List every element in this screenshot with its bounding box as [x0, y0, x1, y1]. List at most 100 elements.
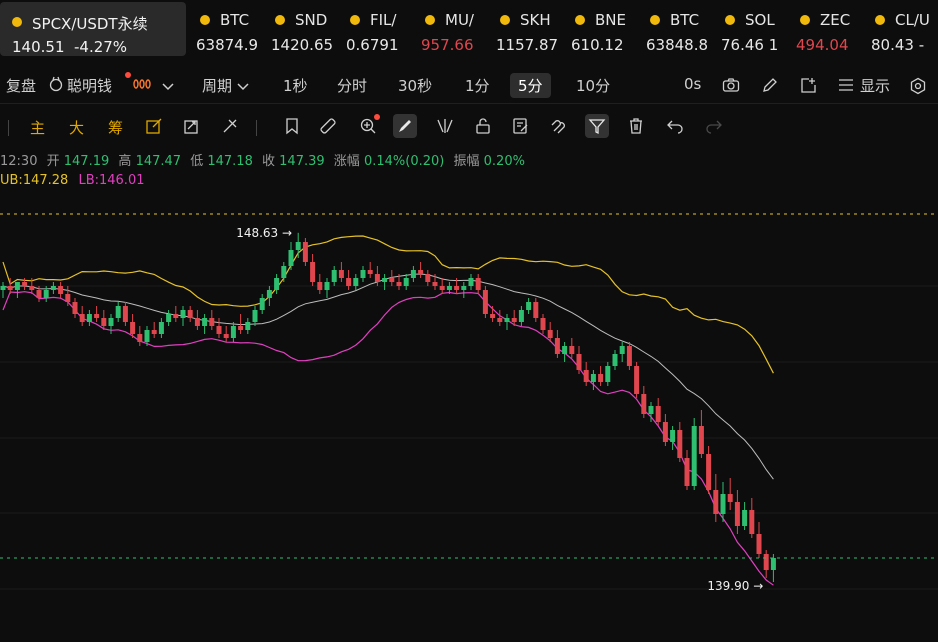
candle-body [7, 286, 13, 290]
ticker-price: 1420.65 [271, 36, 334, 54]
ticker-symbol: CL/U [895, 11, 930, 29]
tab-large-orders[interactable]: 大 [69, 117, 84, 138]
candle-body [79, 314, 85, 322]
undo-icon[interactable] [663, 114, 687, 138]
candle-body [72, 302, 78, 314]
notification-dot [125, 72, 131, 78]
cross-tool-icon[interactable] [218, 114, 242, 138]
ticker-symbol: SKH [520, 11, 551, 29]
tab-main-indicator[interactable]: 主 [30, 117, 45, 138]
change-value: 0.14%(0.20) [363, 154, 445, 169]
ticker-item[interactable]: MU/957.66 [421, 0, 497, 58]
interval-5m[interactable]: 5分 [510, 73, 551, 98]
interval-1m[interactable]: 1分 [465, 75, 490, 96]
mirror-icon[interactable] [433, 114, 457, 138]
ticker-item[interactable]: SKH 1157.87 [496, 0, 572, 58]
coin-icon [800, 15, 810, 25]
coin-icon [725, 15, 735, 25]
candle-body [396, 282, 402, 286]
camera-icon[interactable] [722, 77, 740, 97]
brush-icon[interactable] [393, 114, 417, 138]
ohlc-info: 12:30 开 147.19 高 147.47 低 147.18 收 147.3… [0, 150, 525, 169]
candle-body [108, 318, 114, 326]
indicator-sync-icon[interactable] [180, 114, 204, 138]
candle-body [446, 286, 452, 290]
candle-body [288, 250, 294, 266]
filter-icon[interactable] [585, 114, 609, 138]
candle-body [504, 318, 510, 322]
candle-body [540, 318, 546, 330]
coin-icon [12, 17, 22, 27]
candle-body [180, 310, 186, 318]
add-window-icon[interactable] [800, 77, 817, 98]
interval-30s[interactable]: 30秒 [398, 75, 432, 96]
candle-body [166, 314, 172, 322]
trash-icon[interactable] [624, 114, 648, 138]
ruler-icon[interactable] [316, 114, 340, 138]
ticker-item[interactable]: BTC 63848.8 [646, 0, 722, 58]
ticker-item[interactable]: SOL 76.46 1 [721, 0, 797, 58]
candle-body [43, 290, 49, 298]
ticker-item[interactable]: BTC 63874.9 [196, 0, 272, 58]
candle-body [626, 346, 632, 366]
candle-body [576, 354, 582, 370]
ticker-item[interactable]: SND 1420.65 [271, 0, 347, 58]
active-ticker-card[interactable]: SPCX/USDT永续 140.51 -4.27% [0, 2, 186, 56]
candle-body [144, 330, 150, 342]
ticker-symbol: MU/ [445, 11, 474, 29]
candle-body [194, 318, 200, 326]
ticker-item[interactable]: FIL/0.6791 [346, 0, 422, 58]
ticker-price: 1157.87 [496, 36, 559, 54]
candle-body [554, 338, 560, 354]
smart-money-icon[interactable] [48, 76, 64, 96]
candle-body [734, 502, 740, 526]
ticker-item[interactable]: CL/U 80.43 - [871, 0, 938, 58]
lock-icon[interactable] [471, 114, 495, 138]
candle-body [590, 374, 596, 382]
candle-body [698, 426, 704, 454]
boll-legend: UB:147.28 LB:146.01 [0, 173, 144, 188]
candle-body [598, 374, 604, 382]
list-icon[interactable] [838, 78, 854, 96]
candle-body [655, 406, 661, 422]
coin-icon [425, 15, 435, 25]
candlestick-chart[interactable]: 148.63 → 139.90 → [0, 190, 938, 642]
candle-body [706, 454, 712, 490]
candle-body [518, 310, 524, 322]
coin-icon [875, 15, 885, 25]
candle-body [526, 302, 532, 310]
candle-body [490, 314, 496, 318]
amplitude-label: 振幅 [453, 154, 480, 169]
note-edit-icon[interactable] [509, 114, 533, 138]
period-chevron-icon[interactable] [236, 78, 250, 96]
indicator-dots-icon[interactable] [133, 77, 155, 95]
ticker-item[interactable]: BNE 610.12 [571, 0, 647, 58]
magnet-icon[interactable] [547, 114, 571, 138]
candles [0, 232, 776, 582]
interval-timeshare[interactable]: 分时 [337, 75, 367, 96]
ticker-item[interactable]: ZEC 494.04 [796, 0, 872, 58]
chevron-down-icon[interactable] [161, 78, 175, 96]
display-button[interactable]: 显示 [860, 75, 890, 96]
period-selector[interactable]: 周期 [202, 75, 232, 96]
edit-icon[interactable] [761, 77, 778, 98]
candle-body [317, 282, 323, 290]
settings-icon[interactable] [909, 77, 927, 99]
candle-body [65, 294, 71, 302]
interval-1s[interactable]: 1秒 [283, 75, 308, 96]
candle-body [684, 458, 690, 486]
candle-body [727, 494, 733, 502]
tab-chips[interactable]: 筹 [108, 117, 123, 138]
interval-10m[interactable]: 10分 [576, 75, 610, 96]
candle-body [562, 346, 568, 354]
notification-dot [374, 114, 380, 120]
smart-money-button[interactable]: 聪明钱 [67, 75, 112, 96]
candle-body [0, 286, 6, 290]
ticker-price: 494.04 [796, 36, 849, 54]
drawing-toolbar: 主 大 筹 [0, 108, 938, 144]
candle-body [662, 422, 668, 442]
replay-button[interactable]: 复盘 [6, 75, 36, 96]
indicator-edit-icon[interactable] [142, 114, 166, 138]
ticker-price: 0.6791 [346, 36, 399, 54]
bookmark-icon[interactable] [280, 114, 304, 138]
